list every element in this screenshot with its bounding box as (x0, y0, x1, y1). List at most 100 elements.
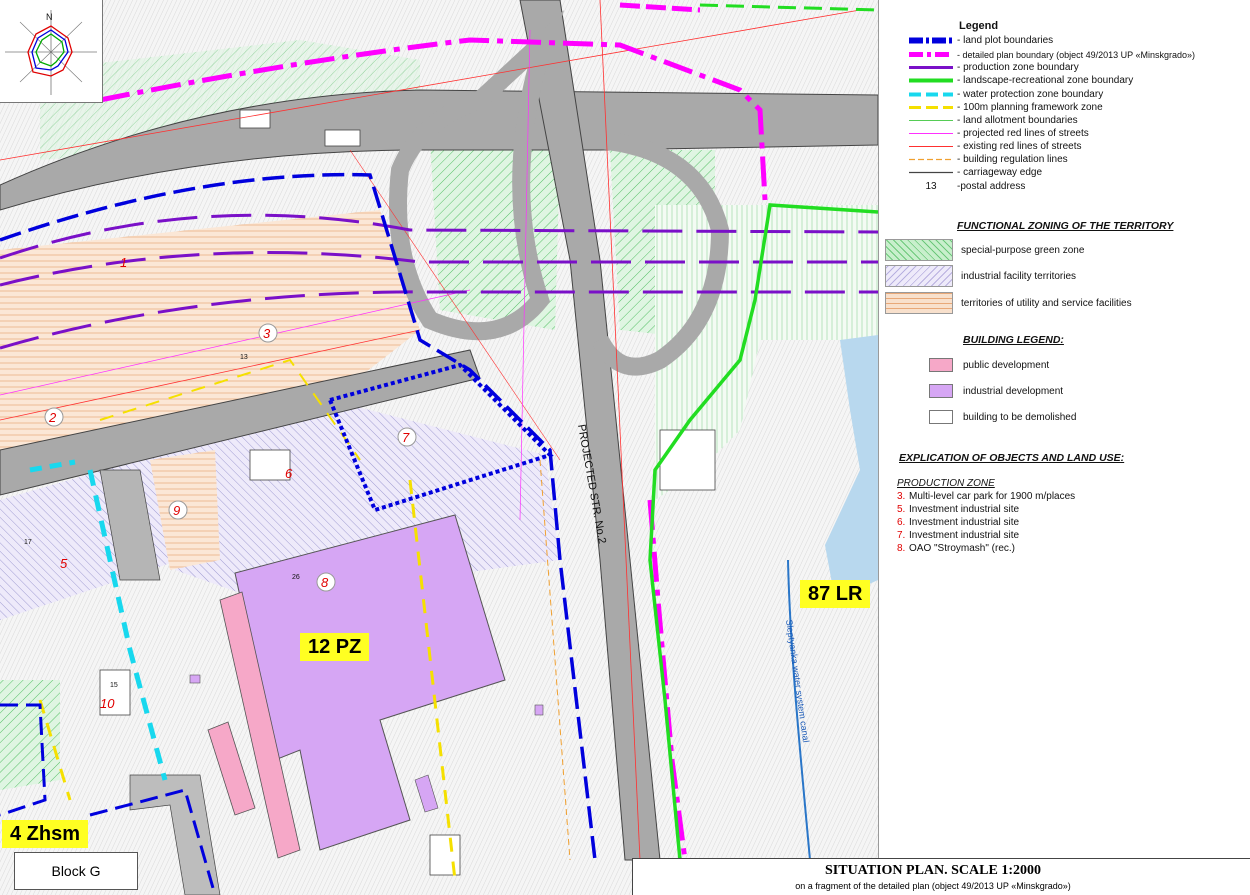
zone-tag-4zhsm[interactable]: 4 Zhsm (2, 820, 89, 848)
title-block: SITUATION PLAN. SCALE 1:2000 on a fragme… (632, 858, 1250, 895)
wind-rose: N (0, 0, 103, 103)
plot-number-9[interactable]: 9 (168, 500, 188, 520)
address-17: 17 (24, 539, 32, 546)
legend-item-label: - detailed plan boundary (object 49/2013… (957, 49, 1195, 60)
plot-number-2-text: 2 (48, 410, 57, 425)
plot-number-3[interactable]: 3 (258, 323, 278, 343)
explication-text: Investment industrial site (909, 530, 1020, 541)
building-swatch-industrial (929, 384, 953, 398)
wind-rose-graphic: N (5, 10, 97, 95)
legend-item-label: -postal address (957, 181, 1026, 192)
legend-item-projected-red-lines: - projected red lines of streets (909, 127, 1089, 140)
explication-text: OAO "Stroymash" (rec.) (909, 543, 1016, 554)
legend-item-label: - 100m planning framework zone (957, 102, 1103, 113)
plot-number-3-text: 3 (263, 326, 271, 341)
legend-item-existing-red-lines: - existing red lines of streets (909, 140, 1082, 153)
legend-item-label: - landscape-recreational zone boundary (957, 75, 1134, 86)
plot-number-8[interactable]: 8 (316, 572, 336, 592)
building-label: public development (963, 359, 1050, 371)
zoning-swatch-industrial (885, 265, 953, 287)
legend-item-land-plot: - land plot boundaries (909, 34, 1053, 47)
zoning-label: industrial facility territories (961, 270, 1077, 282)
legend-item-production-zone: - production zone boundary (909, 61, 1079, 74)
building-item-demolish: building to be demolished (929, 410, 1076, 424)
legend-item-label: - land plot boundaries (957, 35, 1054, 46)
zoning-item-utility: territories of utility and service facil… (885, 292, 1132, 314)
building-swatch-public (929, 358, 953, 372)
zone-tag-87lr[interactable]: 87 LR (800, 580, 871, 608)
legend-item-label: - carriageway edge (957, 167, 1043, 178)
plot-number-5[interactable]: 5 (60, 556, 68, 571)
zoning-swatch-utility (885, 292, 953, 314)
legend-item-recreation-zone: - landscape-recreational zone boundary (909, 74, 1133, 87)
water-zone-symbol (909, 92, 953, 97)
legend-item-postal: 13 -postal address (909, 180, 1025, 193)
allotment-symbol (909, 120, 953, 121)
zoning-title: FUNCTIONAL ZONING OF THE TERRITORY (957, 220, 1174, 232)
carriageway-symbol (909, 171, 953, 174)
address-26: 26 (292, 574, 300, 581)
map-canvas[interactable]: 1 2 3 5 6 7 8 9 10 13 26 17 15 PROJECTED… (0, 0, 878, 895)
plot-number-6[interactable]: 6 (285, 466, 293, 481)
postal-number: 13 (925, 181, 937, 192)
zone-tag-12pz[interactable]: 12 PZ (300, 633, 370, 661)
building-swatch-demolish (929, 410, 953, 424)
legend-item-label: - production zone boundary (957, 62, 1079, 73)
plot-number-10-text: 10 (100, 696, 115, 711)
legend-item-allotment: - land allotment boundaries (909, 114, 1078, 127)
legend-title: Legend (959, 20, 999, 32)
explication-num: 7. (897, 530, 906, 541)
explication-item-8: 8. OAO "Stroymash" (rec.) (897, 543, 1015, 556)
explication-num: 5. (897, 504, 906, 515)
building-item-public: public development (929, 358, 1049, 372)
zoning-label: territories of utility and service facil… (961, 297, 1132, 309)
demolish-building-3 (659, 429, 716, 491)
industrial-building-small-2 (534, 704, 544, 716)
plot-number-7[interactable]: 7 (397, 427, 417, 447)
plot-number-1-text: 1 (120, 255, 127, 270)
explication-item-5: 5. Investment industrial site (897, 504, 1019, 517)
plan-subtitle: on a fragment of the detailed plan (obje… (795, 881, 1071, 891)
demolish-building-6 (429, 834, 461, 876)
legend-item-plan-boundary: - detailed plan boundary (object 49/2013… (909, 48, 1195, 61)
recreation-zone-symbol (909, 78, 953, 83)
explication-subtitle: PRODUCTION ZONE (897, 478, 995, 489)
explication-item-3: 3. Multi-level car park for 1900 m/place… (897, 491, 1075, 504)
demolish-building-4 (249, 449, 291, 481)
land-plot-symbol (909, 37, 953, 44)
explication-text: Investment industrial site (909, 517, 1020, 528)
planning-frame-symbol (909, 106, 953, 109)
legend-item-label: - water protection zone boundary (957, 89, 1104, 100)
regulation-lines-symbol (909, 158, 953, 161)
plan-title: SITUATION PLAN. SCALE 1:2000 (825, 863, 1041, 878)
zoning-swatch-green (885, 239, 953, 261)
legend-item-label: - existing red lines of streets (957, 141, 1082, 152)
plot-number-8-text: 8 (321, 575, 329, 590)
zoning-item-industrial: industrial facility territories (885, 265, 1076, 287)
compass-letter: N (46, 12, 53, 22)
situation-plan: 1 2 3 5 6 7 8 9 10 13 26 17 15 PROJECTED… (0, 0, 1250, 895)
projected-red-lines-symbol (909, 133, 953, 134)
address-15: 15 (110, 682, 118, 689)
explication-text: Investment industrial site (909, 504, 1020, 515)
plot-number-1[interactable]: 1 (120, 255, 127, 270)
explication-num: 8. (897, 543, 906, 554)
legend-item-planning-frame: - 100m planning framework zone (909, 101, 1103, 114)
explication-item-7: 7. Investment industrial site (897, 530, 1019, 543)
plot-number-10[interactable]: 10 (100, 696, 115, 711)
plot-number-7-text: 7 (402, 430, 410, 445)
explication-num: 3. (897, 491, 906, 502)
legend-item-label: - building regulation lines (957, 154, 1068, 165)
building-label: building to be demolished (963, 411, 1077, 423)
explication-num: 6. (897, 517, 906, 528)
plot-number-6-text: 6 (285, 466, 293, 481)
building-item-industrial: industrial development (929, 384, 1063, 398)
demolish-building-1 (239, 109, 271, 129)
plot-number-2[interactable]: 2 (44, 407, 64, 427)
plan-boundary-symbol (909, 52, 953, 57)
demolish-building-2 (324, 129, 361, 147)
plot-number-9-text: 9 (173, 503, 180, 518)
explication-text: Multi-level car park for 1900 m/places (909, 491, 1076, 502)
production-zone-symbol (909, 66, 953, 69)
legend-item-label: - land allotment boundaries (957, 115, 1078, 126)
